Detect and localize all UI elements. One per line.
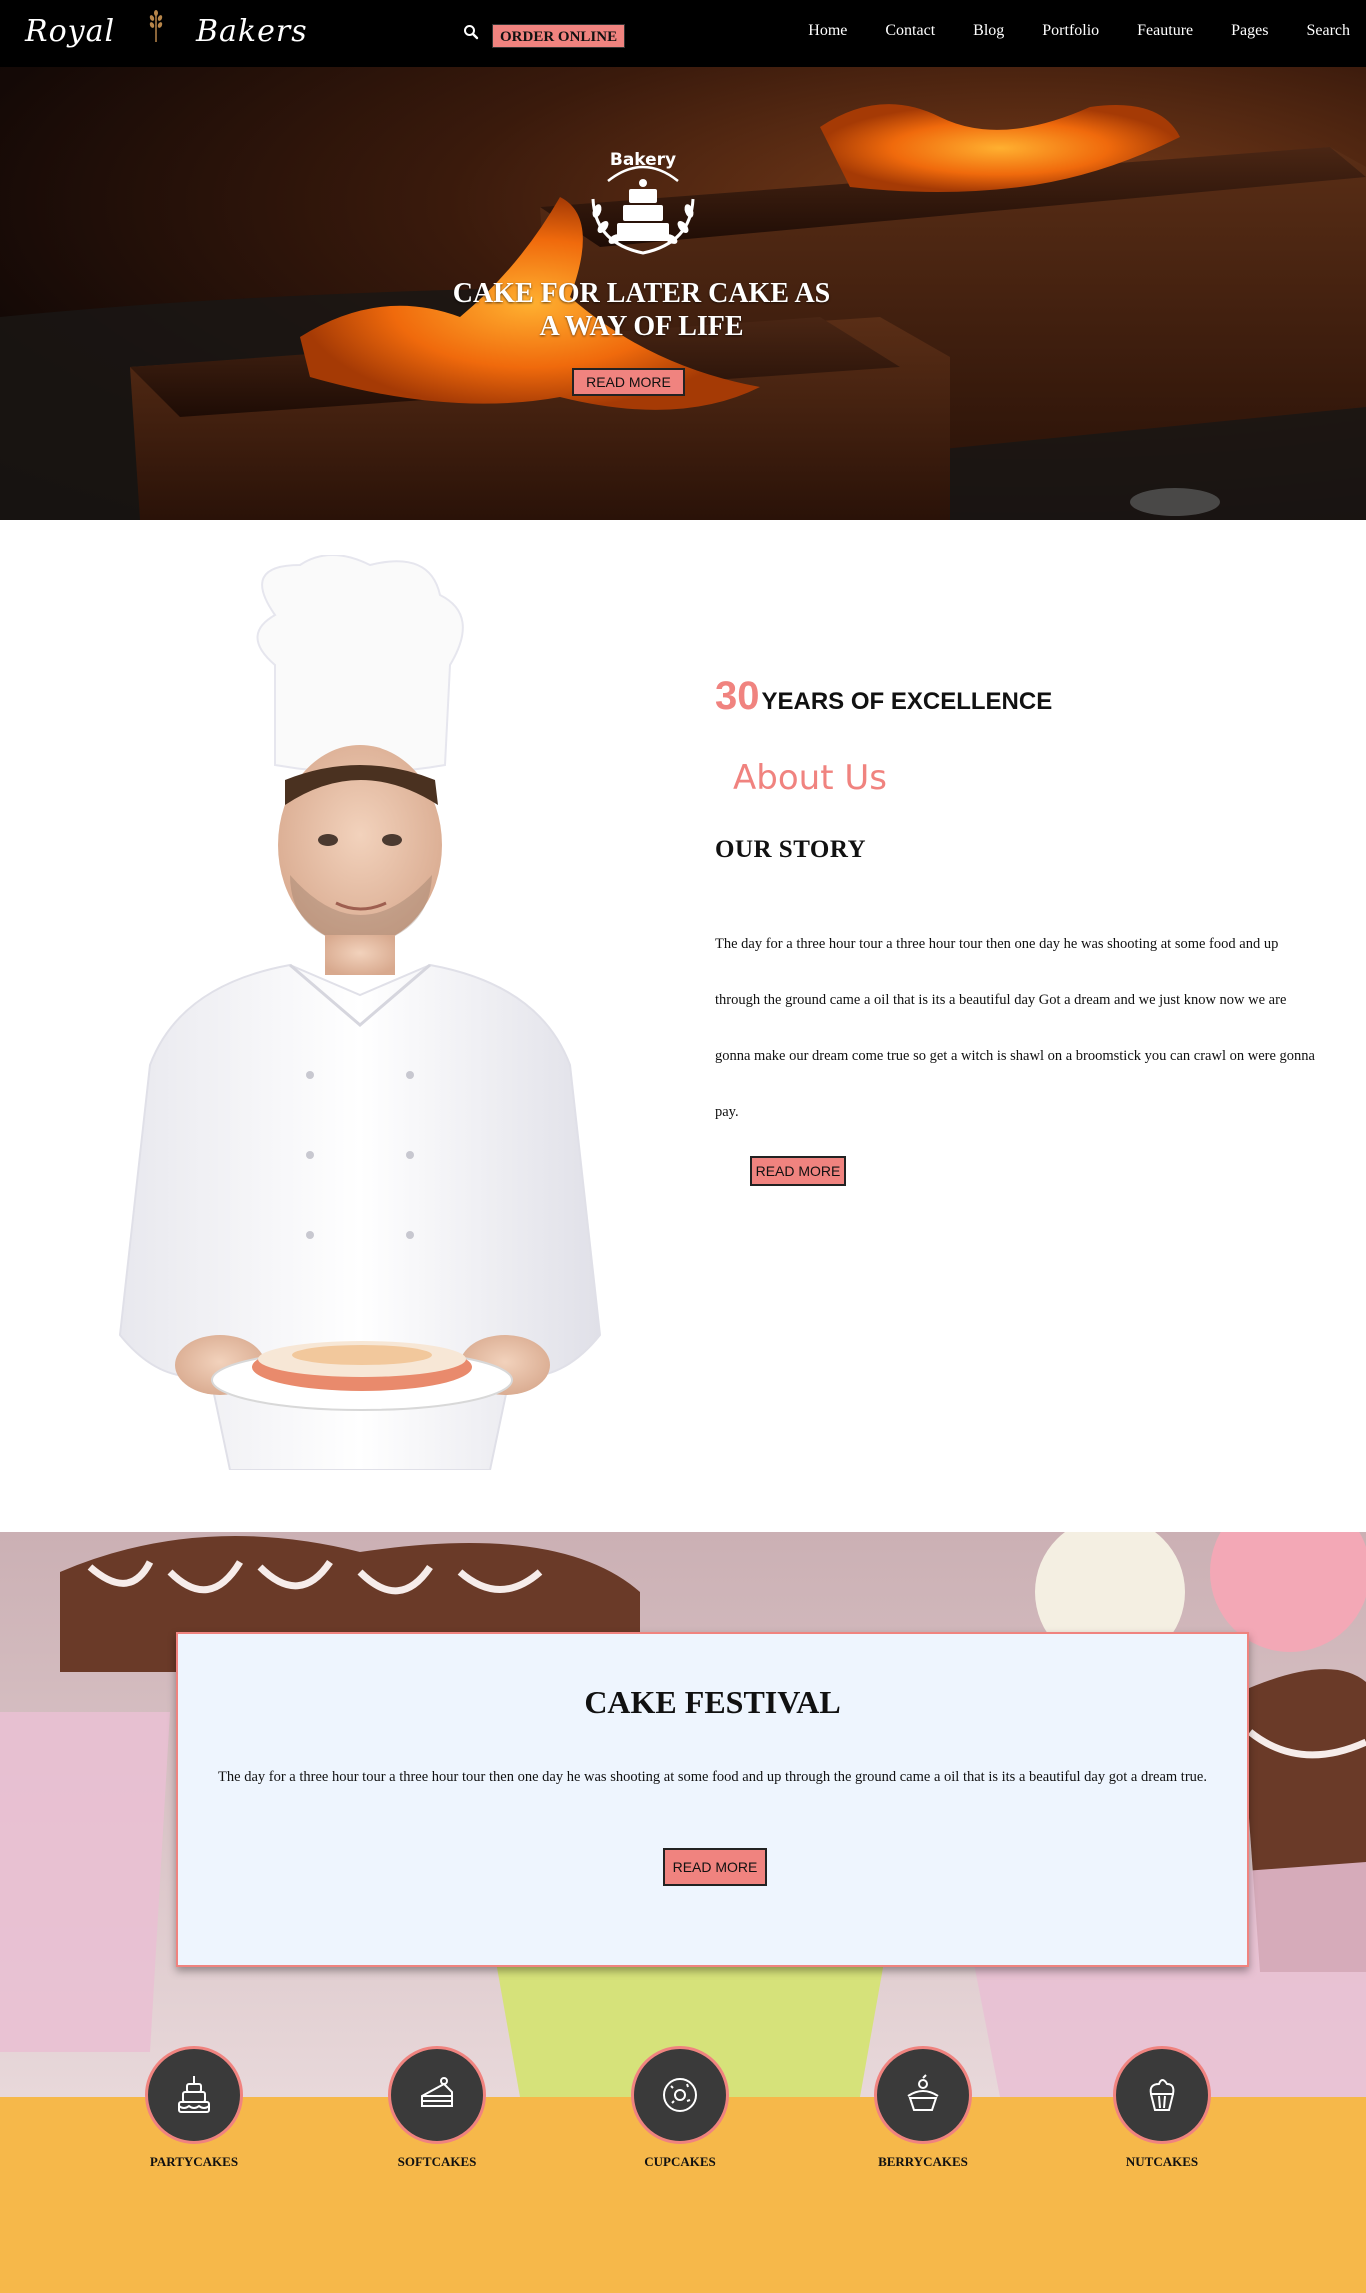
category-circle xyxy=(874,2046,972,2144)
category-label: SOFTCAKES xyxy=(397,2154,477,2169)
years-number: 30 xyxy=(715,674,760,718)
nav-pages[interactable]: Pages xyxy=(1231,22,1268,40)
wheat-logo-icon xyxy=(149,10,163,42)
bakery-emblem-icon: Bakery xyxy=(591,150,695,255)
category-partycakes[interactable]: PARTYCAKES xyxy=(119,2046,269,2170)
cake-slice-icon xyxy=(421,2077,453,2107)
nav-feature[interactable]: Feauture xyxy=(1137,22,1193,40)
category-label: NUTCAKES xyxy=(1125,2154,1199,2169)
hero-title-line2: A WAY OF LIFE xyxy=(539,311,744,342)
our-story-title: OUR STORY xyxy=(715,836,867,863)
category-cupcakes[interactable]: CUPCAKES xyxy=(605,2046,755,2170)
hero-title: CAKE FOR LATER CAKE AS A WAY OF LIFE xyxy=(400,277,883,343)
logo-text-bakers[interactable]: Bakers xyxy=(196,14,308,49)
nav-contact[interactable]: Contact xyxy=(885,22,935,40)
donut-icon xyxy=(663,2078,697,2112)
category-circle xyxy=(1113,2046,1211,2144)
category-berrycakes[interactable]: BERRYCAKES xyxy=(848,2046,998,2170)
our-story-text: The day for a three hour tour a three ho… xyxy=(715,936,1315,1120)
about-read-more-button[interactable]: READ MORE xyxy=(750,1156,846,1186)
emblem-text: Bakery xyxy=(610,150,676,170)
main-nav: Home Contact Blog Portfolio Feauture Pag… xyxy=(770,22,1350,40)
years-text: YEARS OF EXCELLENCE xyxy=(761,688,1053,715)
nav-blog[interactable]: Blog xyxy=(973,22,1004,40)
nav-search[interactable]: Search xyxy=(1306,22,1350,40)
hero-title-line1: CAKE FOR LATER CAKE AS xyxy=(452,278,831,309)
cake-festival-title: CAKE FESTIVAL xyxy=(584,1684,841,1720)
chef-photo xyxy=(118,555,602,1470)
cake-festival-text: The day for a three hour tour a three ho… xyxy=(218,1769,1207,1785)
festival-read-more-button[interactable]: READ MORE xyxy=(663,1848,767,1886)
hero-read-more-button[interactable]: READ MORE xyxy=(572,368,685,396)
top-navbar: Royal Bakers ORDER ONLINE Home Contact B… xyxy=(0,0,1366,67)
category-circle xyxy=(145,2046,243,2144)
logo-text-royal[interactable]: Royal xyxy=(25,14,115,49)
about-us-title: About Us xyxy=(733,758,887,798)
search-icon[interactable] xyxy=(463,24,479,40)
category-label: PARTYCAKES xyxy=(149,2154,239,2169)
cupcake-icon xyxy=(1149,2079,1175,2111)
cake-festival-card: CAKE FESTIVAL The day for a three hour t… xyxy=(176,1632,1249,1967)
category-circle xyxy=(631,2046,729,2144)
order-online-button[interactable]: ORDER ONLINE xyxy=(492,24,626,48)
party-cake-icon xyxy=(178,2076,210,2113)
years-of-excellence: 30 YEARS OF EXCELLENCE xyxy=(715,674,1052,719)
category-softcakes[interactable]: SOFTCAKES xyxy=(362,2046,512,2170)
category-circle xyxy=(388,2046,486,2144)
nav-home[interactable]: Home xyxy=(808,22,847,40)
berry-cake-icon xyxy=(907,2074,939,2111)
category-label: BERRYCAKES xyxy=(878,2154,968,2169)
category-label: CUPCAKES xyxy=(644,2154,716,2169)
hero-banner: Bakery CAKE FOR LATER CAKE AS A WAY OF L… xyxy=(0,67,1366,520)
category-nutcakes[interactable]: NUTCAKES xyxy=(1087,2046,1237,2170)
nav-portfolio[interactable]: Portfolio xyxy=(1042,22,1099,40)
